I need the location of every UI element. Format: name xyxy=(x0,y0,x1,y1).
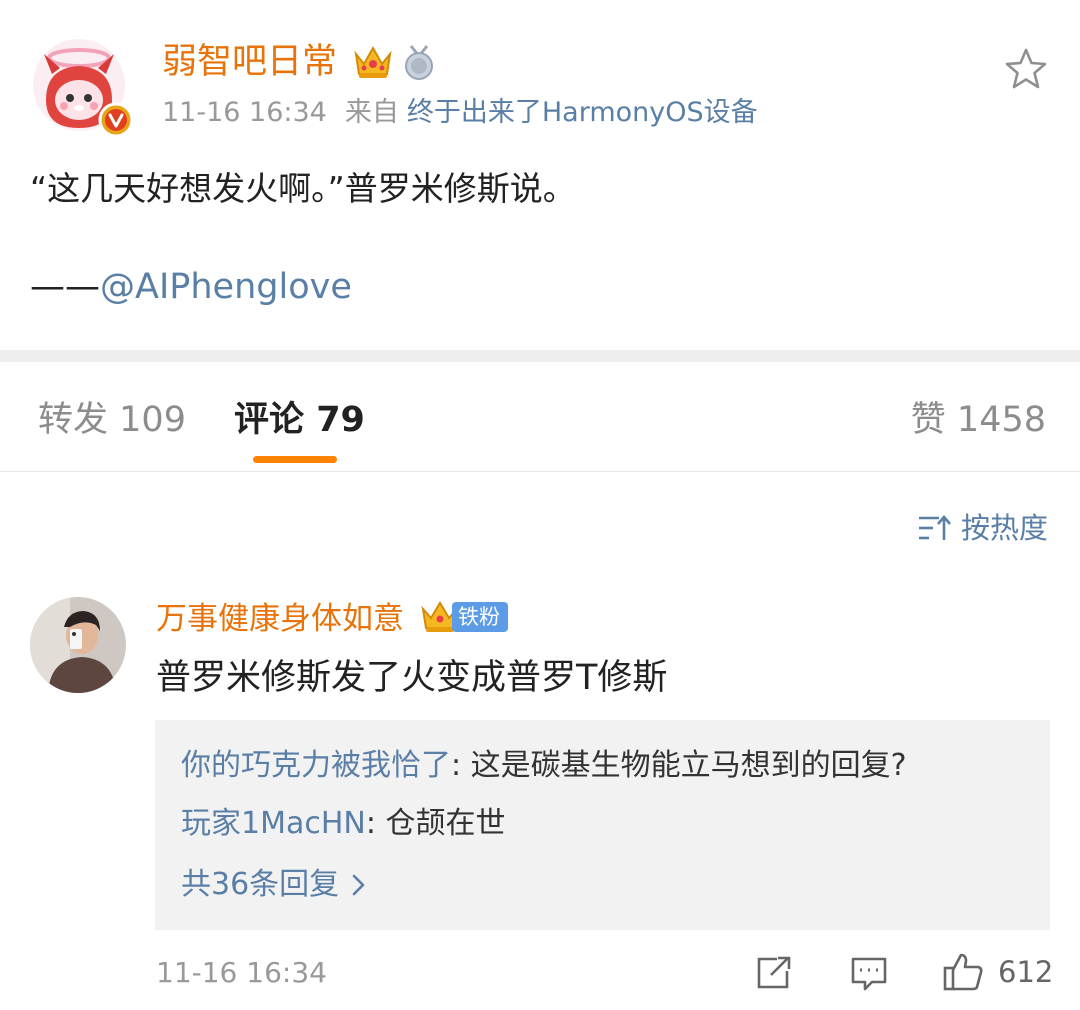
commenter-avatar[interactable] xyxy=(30,597,126,693)
view-all-replies-link[interactable]: 共36条回复 xyxy=(181,863,367,907)
favorite-star-icon[interactable] xyxy=(1002,46,1050,94)
source-label: 来自 xyxy=(344,97,399,128)
like-button[interactable]: 612 xyxy=(942,951,1053,993)
comment-bubble-icon xyxy=(851,957,887,991)
medal-icon[interactable] xyxy=(402,44,436,80)
post-tabs: 转发 109 评论 79 赞 1458 xyxy=(0,362,1080,472)
share-icon xyxy=(757,956,791,989)
reply-preview-box[interactable]: 你的巧克力被我恰了: 这是碳基生物能立马想到的回复? 玩家1MacHN: 仓颉在… xyxy=(155,720,1050,930)
fan-badge-label: 铁粉 xyxy=(452,602,508,632)
reply-item[interactable]: 玩家1MacHN: 仓颉在世 xyxy=(181,802,506,846)
tab-like-count: 1458 xyxy=(956,400,1046,440)
tab-repost-label: 转发 xyxy=(38,400,109,440)
mention-link[interactable]: @AIPhenglove xyxy=(100,267,352,307)
reply-text: : 仓颉在世 xyxy=(365,806,506,841)
tab-like-label: 赞 xyxy=(910,400,946,440)
sort-icon xyxy=(918,515,951,540)
chevron-right-icon xyxy=(352,874,365,896)
post-text: “这几天好想发火啊。”普罗米修斯说。 xyxy=(30,169,576,208)
tab-comment[interactable]: 评论 79 xyxy=(234,396,365,444)
tab-comment-count: 79 xyxy=(316,400,365,440)
post-card: 弱智吧日常 11-16 16:34 来自 终于出来了HarmonyOS设备 “这几天… xyxy=(0,0,1080,350)
post-time: 11-16 16:34 xyxy=(162,97,327,128)
thumbs-up-icon xyxy=(943,953,983,991)
section-divider xyxy=(0,350,1080,362)
tab-like[interactable]: 赞 1458 xyxy=(911,396,1046,444)
reply-user[interactable]: 玩家1MacHN xyxy=(181,806,366,841)
reply-button[interactable] xyxy=(850,955,888,997)
verified-v-icon xyxy=(98,102,134,138)
comment-time: 11-16 16:34 xyxy=(156,956,327,989)
tab-comment-label: 评论 xyxy=(234,400,305,440)
more-replies-label: 共36条回复 xyxy=(181,867,340,902)
iron-fan-badge[interactable]: 铁粉 xyxy=(420,597,508,637)
like-count: 612 xyxy=(998,955,1054,989)
sort-label: 按热度 xyxy=(960,511,1048,545)
credit-dash: —— xyxy=(30,267,100,307)
commenter-name[interactable]: 万事健康身体如意 xyxy=(156,597,404,641)
reply-text: : 这是碳基生物能立马想到的回复? xyxy=(451,748,907,783)
reply-user[interactable]: 你的巧克力被我恰了 xyxy=(181,748,451,783)
active-tab-indicator xyxy=(253,456,337,463)
post-credit: ——@AIPhenglove xyxy=(30,262,352,312)
tab-repost[interactable]: 转发 109 xyxy=(38,396,186,444)
comment-item: 万事健康身体如意 铁粉 普罗米修斯发了火变成普罗T修斯 你的巧克力被我恰了: 这… xyxy=(0,585,1080,1010)
source-device-link[interactable]: 终于出来了HarmonyOS设备 xyxy=(407,97,758,128)
author-avatar[interactable] xyxy=(32,38,134,138)
crown-membership-icon[interactable] xyxy=(352,42,394,82)
author-name[interactable]: 弱智吧日常 xyxy=(162,38,337,86)
comment-text: 普罗米修斯发了火变成普罗T修斯 xyxy=(156,658,668,698)
sort-by-hot-button[interactable]: 按热度 xyxy=(917,508,1048,548)
post-meta: 11-16 16:34 来自 终于出来了HarmonyOS设备 xyxy=(162,95,758,131)
share-button[interactable] xyxy=(755,955,793,995)
tab-repost-count: 109 xyxy=(119,400,186,440)
reply-item[interactable]: 你的巧克力被我恰了: 这是碳基生物能立马想到的回复? xyxy=(181,744,907,788)
